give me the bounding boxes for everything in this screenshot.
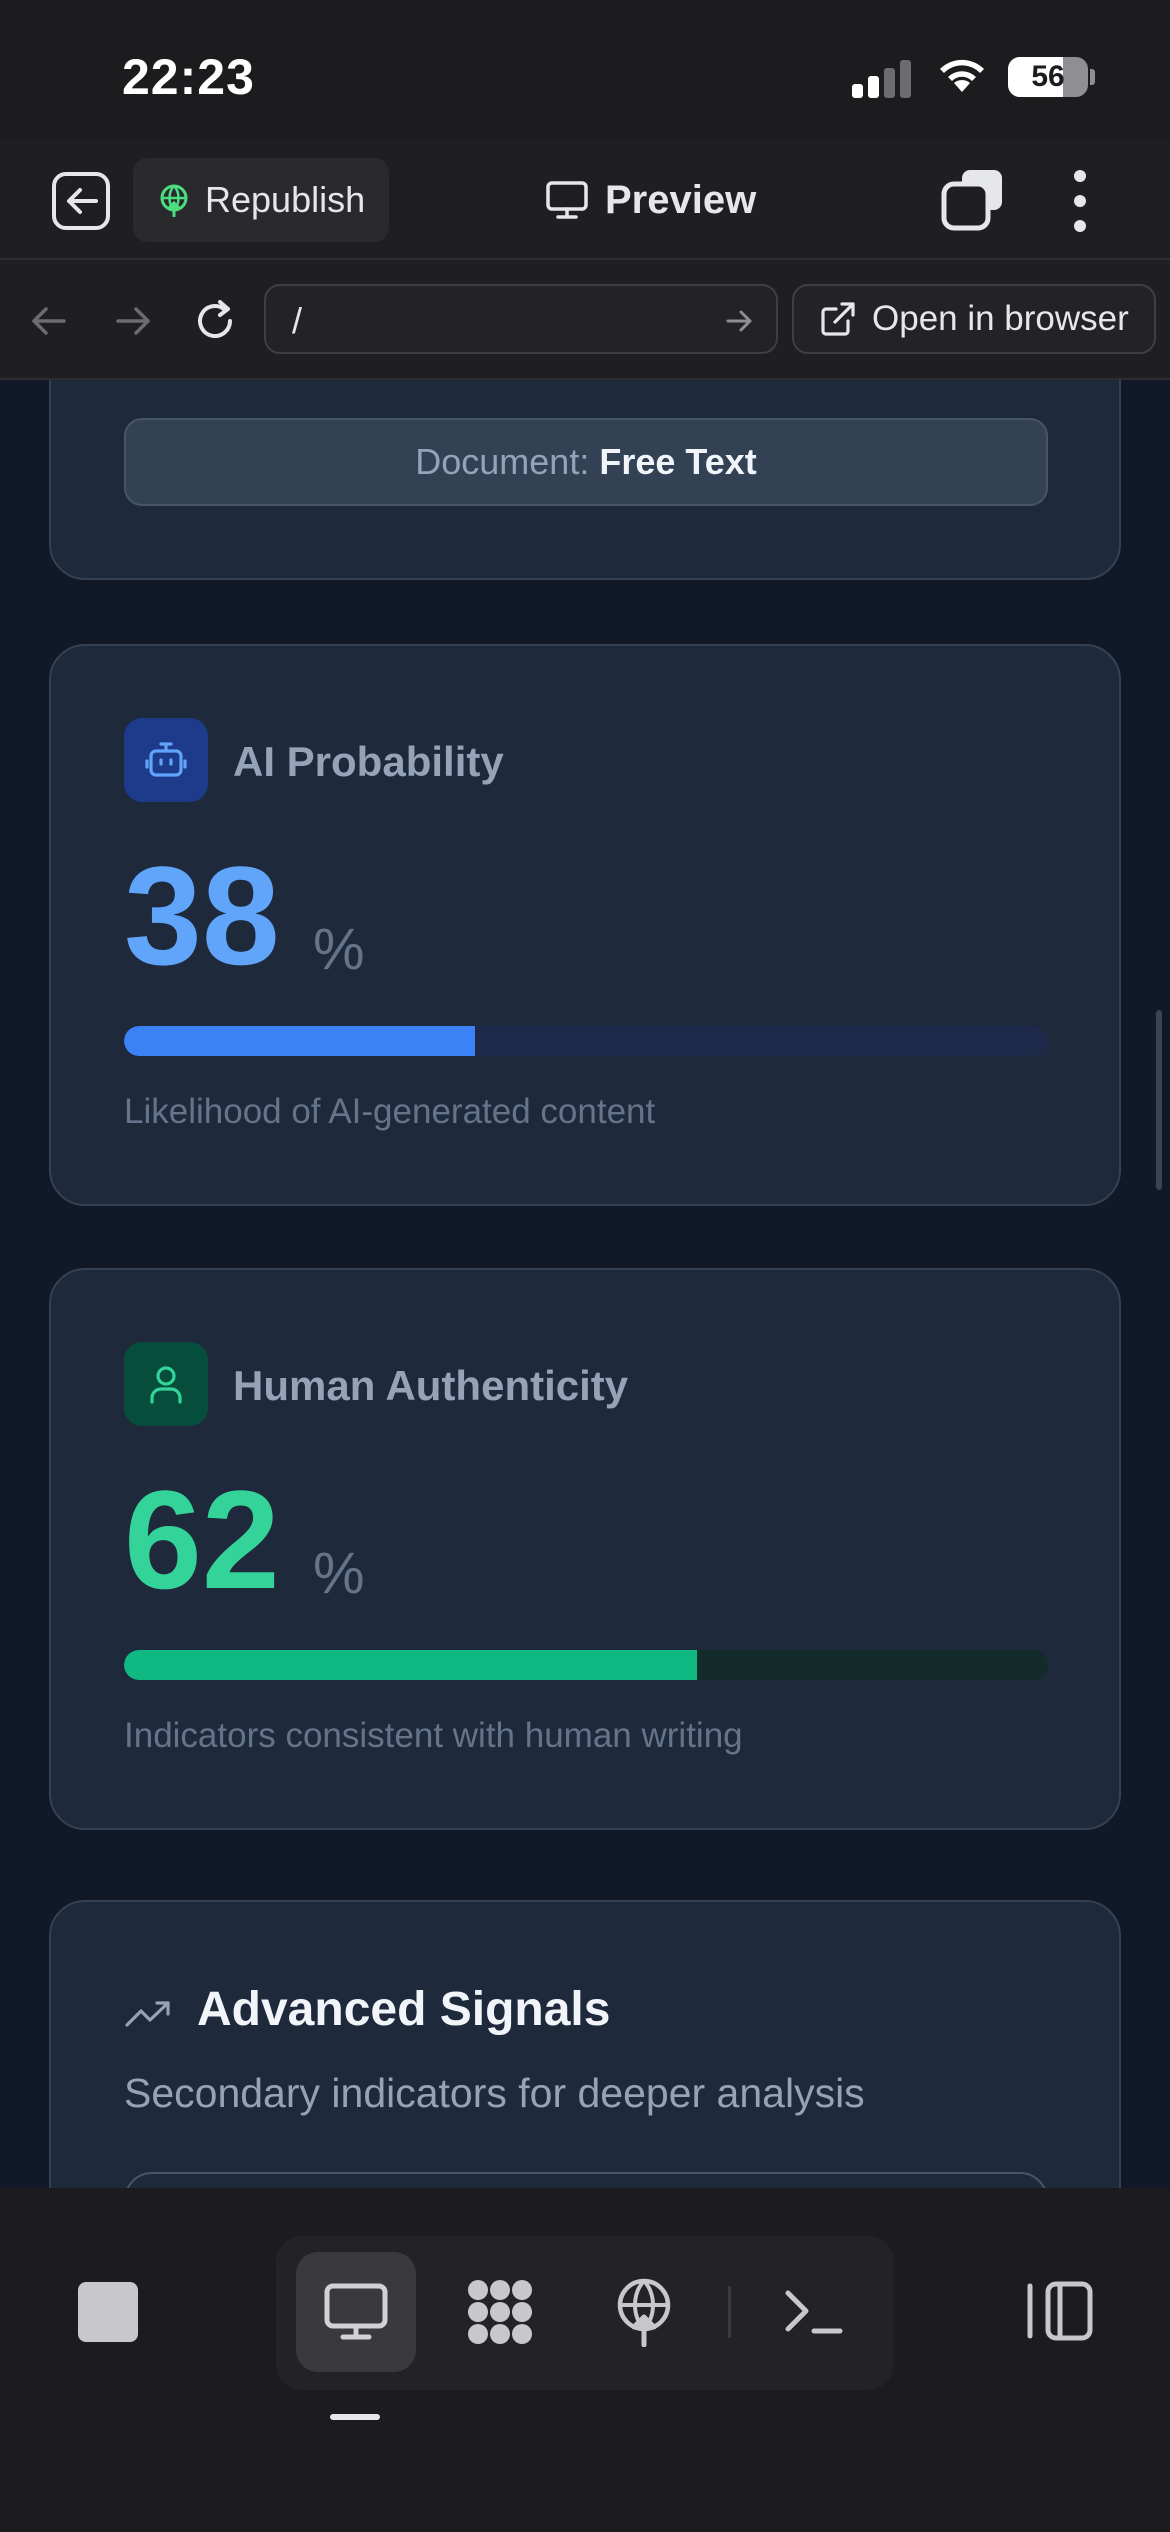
preview-title[interactable]: Preview — [545, 170, 756, 230]
terminal-icon — [785, 2290, 843, 2334]
external-link-icon — [821, 302, 855, 336]
robot-icon — [145, 742, 187, 777]
active-tab-indicator — [330, 2414, 380, 2420]
tabs-icon[interactable] — [940, 166, 1006, 232]
section-subtitle: Secondary indicators for deeper analysis — [124, 2070, 865, 2116]
document-label: Document: — [415, 441, 590, 482]
reload-icon[interactable] — [190, 296, 240, 346]
republish-button[interactable]: Republish — [133, 158, 389, 242]
agent-swarm-icon — [468, 2280, 532, 2344]
metric-value: 62 — [124, 1461, 280, 1618]
wifi-icon — [940, 59, 984, 92]
metric-icon-badge — [124, 718, 208, 802]
human-authenticity-card: Human Authenticity 62 % Indicators consi… — [49, 1268, 1121, 1830]
scrollbar[interactable] — [1156, 1010, 1162, 1190]
battery-icon: 56 — [1008, 57, 1088, 97]
trending-up-icon — [125, 2001, 170, 2027]
monitor-icon — [546, 181, 588, 219]
side-panel-icon[interactable] — [1026, 2280, 1094, 2342]
user-icon — [150, 1366, 182, 1404]
open-in-browser-button[interactable]: Open in browser — [792, 284, 1156, 354]
metric-title: AI Probability — [233, 738, 504, 785]
globe-upload-icon — [617, 2278, 671, 2347]
shell-tab[interactable] — [754, 2252, 874, 2372]
ai-probability-card: AI Probability 38 % Likelihood of AI-gen… — [49, 644, 1121, 1206]
document-card: Document: Free Text — [49, 380, 1121, 580]
back-arrow-icon[interactable] — [24, 296, 74, 346]
signals-inner-panel — [124, 2172, 1048, 2188]
battery-level: 56 — [1031, 60, 1065, 93]
publish-tab[interactable] — [584, 2252, 704, 2372]
progress-track — [124, 1026, 1048, 1056]
cellular-signal-icon — [852, 58, 918, 98]
progress-fill — [124, 1026, 476, 1056]
republish-label: Republish — [205, 179, 366, 220]
agents-tab[interactable] — [440, 2252, 560, 2372]
preview-content: Document: Free Text AI Probability 38 % … — [0, 380, 1170, 2188]
browser-navbar: / Open in browser — [0, 260, 1170, 380]
battery-tip — [1090, 69, 1095, 85]
clock-time: 22:23 — [122, 49, 255, 105]
exit-icon[interactable] — [50, 170, 112, 232]
preview-label: Preview — [605, 177, 757, 222]
bottom-bar — [0, 2188, 1170, 2532]
dock-separator — [728, 2286, 731, 2338]
progress-fill — [124, 1650, 697, 1680]
preview-tab[interactable] — [296, 2252, 416, 2372]
go-arrow-icon[interactable] — [722, 304, 756, 338]
monitor-icon — [324, 2283, 388, 2340]
section-title: Advanced Signals — [197, 1983, 611, 2036]
metric-value: 38 — [124, 837, 280, 994]
globe-upload-icon — [160, 184, 188, 217]
metric-icon-badge — [124, 1342, 208, 1426]
metric-unit: % — [313, 1541, 365, 1606]
stop-button[interactable] — [78, 2282, 138, 2342]
open-in-browser-label: Open in browser — [872, 299, 1129, 338]
metric-description: Likelihood of AI-generated content — [124, 1092, 656, 1131]
metric-description: Indicators consistent with human writing — [124, 1716, 743, 1755]
more-options-icon[interactable] — [1064, 168, 1096, 234]
bottom-dock — [276, 2236, 894, 2390]
metric-title: Human Authenticity — [233, 1362, 629, 1409]
metric-unit: % — [313, 917, 365, 982]
document-value: Free Text — [599, 441, 757, 482]
advanced-signals-card: Advanced Signals Secondary indicators fo… — [49, 1900, 1121, 2188]
url-input[interactable]: / — [264, 284, 778, 354]
status-bar: 22:23 56 — [0, 0, 1170, 140]
progress-track — [124, 1650, 1048, 1680]
url-text: / — [292, 300, 303, 341]
app-toolbar: Republish Preview — [0, 140, 1170, 260]
document-type-badge: Document: Free Text — [124, 418, 1048, 506]
forward-arrow-icon[interactable] — [108, 296, 158, 346]
